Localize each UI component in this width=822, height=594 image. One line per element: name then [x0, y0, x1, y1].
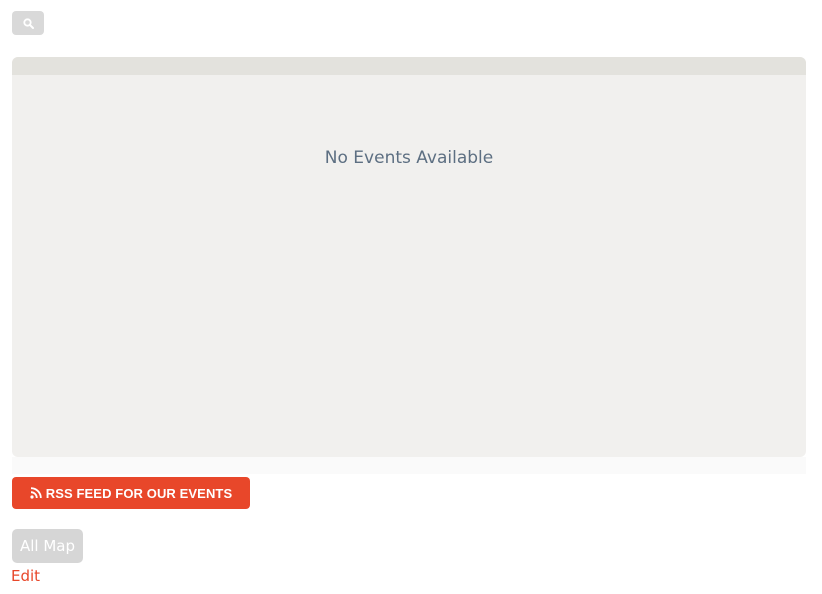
search-icon: [22, 14, 34, 33]
page-root: No Events Available RSS FEED FOR OUR EVE…: [0, 0, 822, 594]
rss-feed-label: RSS FEED FOR OUR EVENTS: [45, 485, 233, 501]
rss-icon: [30, 487, 42, 499]
edit-link[interactable]: Edit: [11, 567, 40, 585]
events-panel: No Events Available: [12, 57, 806, 457]
events-panel-header: [12, 57, 806, 75]
all-map-label: All Map: [19, 537, 76, 555]
rss-feed-button[interactable]: RSS FEED FOR OUR EVENTS: [12, 477, 250, 509]
no-events-message: No Events Available: [324, 148, 494, 168]
events-panel-footer: [12, 457, 806, 474]
all-map-button[interactable]: All Map: [12, 529, 83, 563]
search-button[interactable]: [12, 11, 44, 35]
